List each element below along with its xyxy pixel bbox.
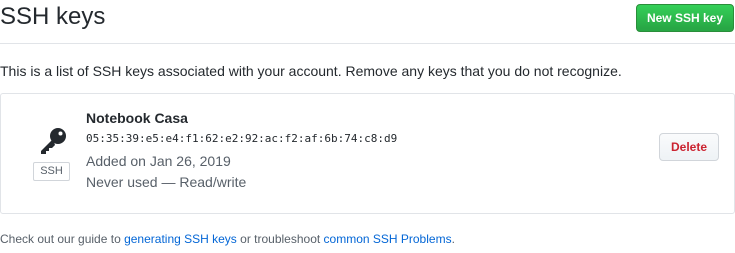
key-added-date: Added on Jan 26, 2019	[86, 153, 231, 169]
key-icon	[38, 127, 68, 155]
ssh-keys-page: SSH keys New SSH key This is a list of S…	[0, 0, 735, 253]
delete-key-button[interactable]: Delete	[659, 133, 719, 161]
new-ssh-key-button[interactable]: New SSH key	[636, 4, 734, 32]
key-usage-status: Never used — Read/write	[86, 174, 247, 190]
help-footer: Check out our guide to generating SSH ke…	[0, 231, 455, 247]
footer-suffix: .	[451, 232, 455, 246]
page-title: SSH keys	[0, 3, 106, 30]
page-header: SSH keys New SSH key	[0, 0, 735, 44]
key-title: Notebook Casa	[86, 110, 188, 126]
footer-prefix: Check out our guide to	[0, 232, 125, 246]
key-type-label: SSH	[33, 162, 70, 181]
generating-ssh-keys-link[interactable]: generating SSH keys	[124, 232, 237, 246]
footer-middle: or troubleshoot	[236, 232, 324, 246]
ssh-key-item: SSH Notebook Casa 05:35:39:e5:e4:f1:62:e…	[0, 93, 735, 214]
common-ssh-problems-link[interactable]: common SSH Problems	[324, 232, 452, 246]
key-fingerprint: 05:35:39:e5:e4:f1:62:e2:92:ac:f2:af:6b:7…	[86, 132, 398, 145]
intro-text: This is a list of SSH keys associated wi…	[0, 63, 622, 79]
